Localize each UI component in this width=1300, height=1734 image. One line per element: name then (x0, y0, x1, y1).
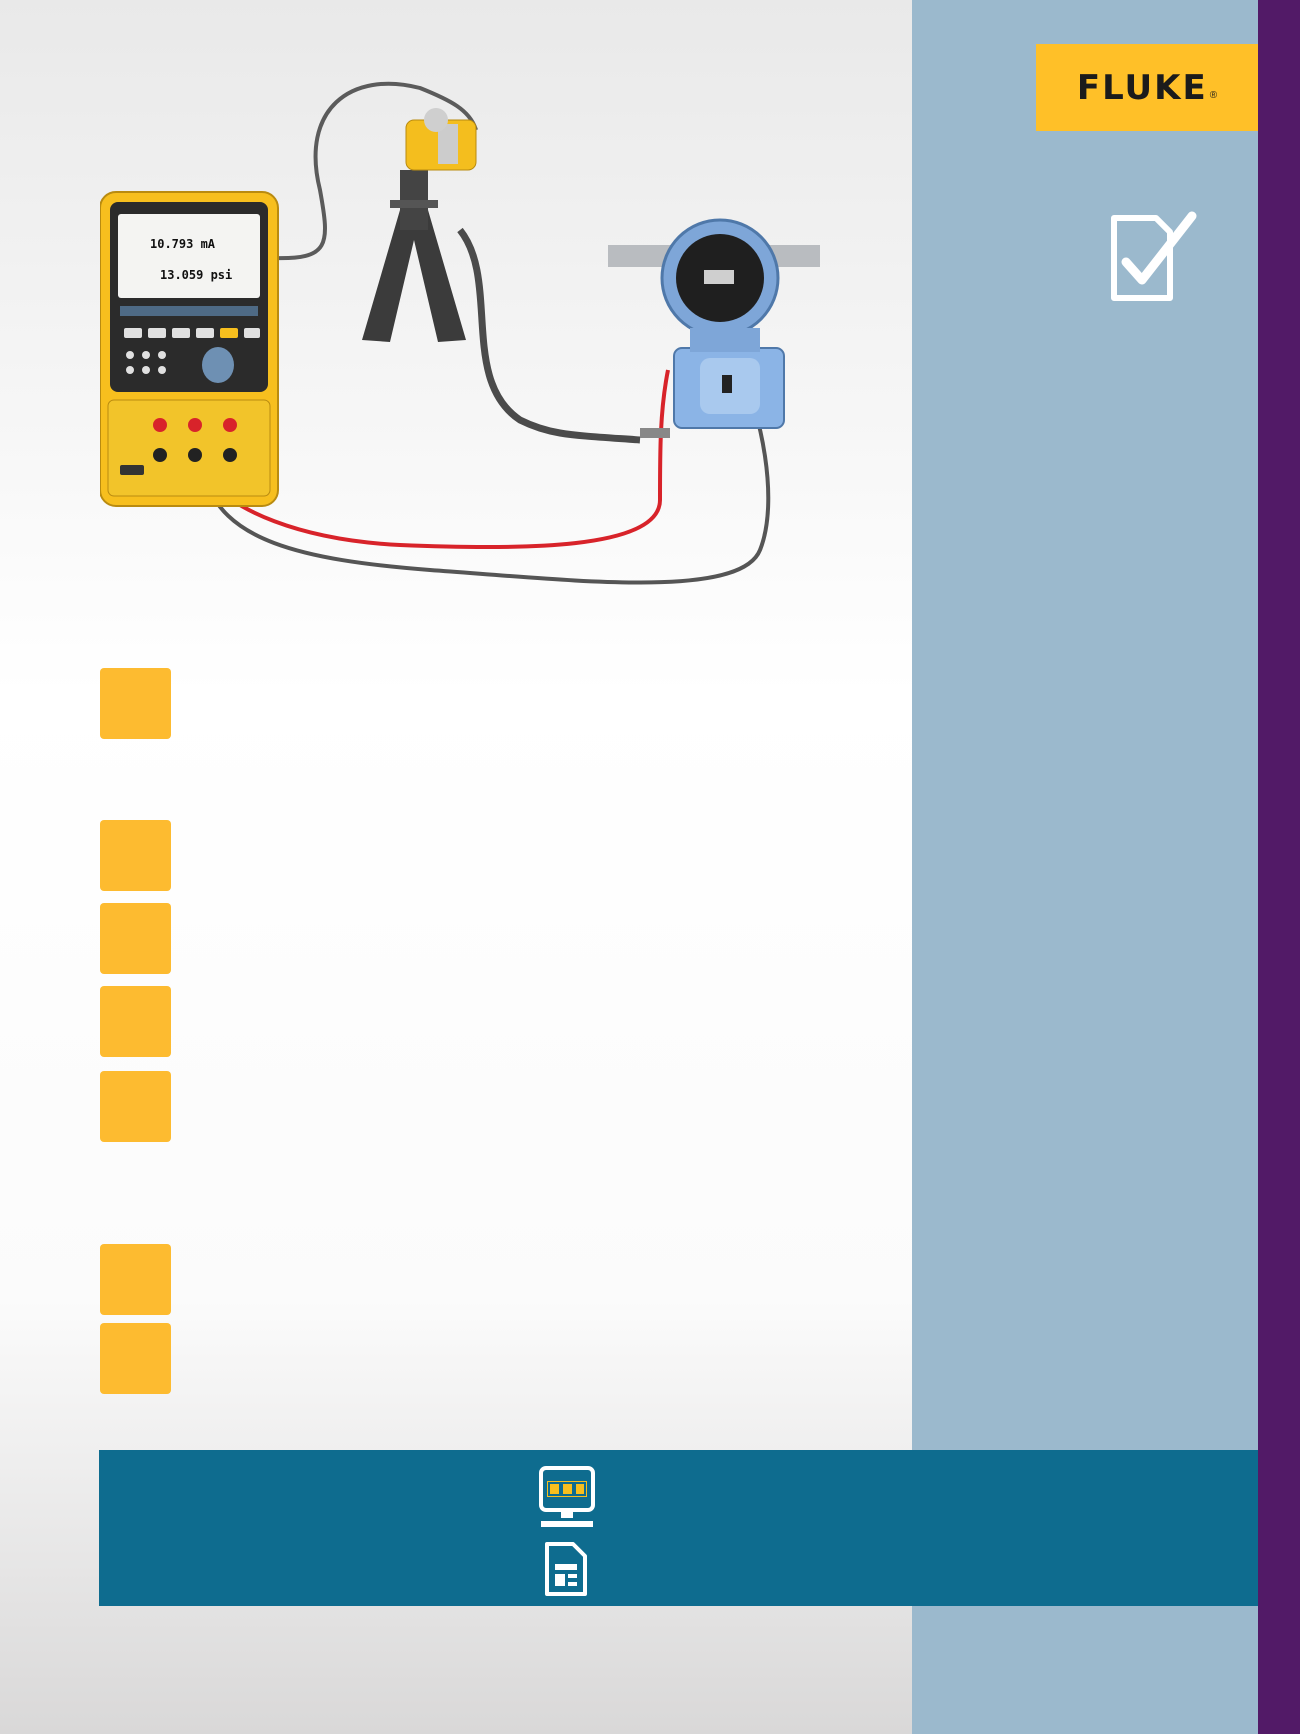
calibration-setup-illustration: 10.793 mA 13.059 psi (100, 81, 820, 585)
logo-text: FLUKE (1076, 67, 1208, 108)
accent-bar (1258, 0, 1300, 1734)
footer-resources-band (99, 1450, 1258, 1606)
step-marker-4 (100, 986, 171, 1057)
bottom-reading: 13.059 psi (160, 268, 232, 282)
step-marker-2 (100, 820, 171, 891)
pressure-transmitter (608, 218, 820, 438)
fluke-logo: FLUKE ® (1036, 44, 1258, 131)
step-marker-5 (100, 1071, 171, 1142)
document-icon[interactable] (543, 1540, 589, 1598)
step-marker-1 (100, 668, 171, 739)
pressure-hose-to-calibrator (271, 81, 478, 261)
monitor-video-icon[interactable] (539, 1466, 595, 1530)
top-reading: 10.793 mA (150, 237, 216, 251)
checklist-icon (1111, 211, 1197, 301)
step-marker-3 (100, 903, 171, 974)
step-marker-7 (100, 1323, 171, 1394)
step-marker-6 (100, 1244, 171, 1315)
pressure-pump (362, 108, 477, 342)
registered-mark: ® (1209, 90, 1218, 101)
process-calibrator: 10.793 mA 13.059 psi (100, 191, 279, 507)
